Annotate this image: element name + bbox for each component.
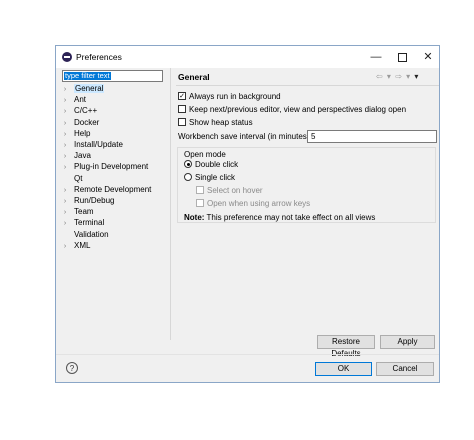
forward-arrow-icon[interactable]: ⇨ ▾ [395, 72, 411, 81]
chevron-right-icon[interactable]: › [62, 186, 68, 196]
title-bar: Preferences — ✕ [56, 46, 439, 68]
tree-item-label: Terminal [74, 218, 105, 228]
radio-icon[interactable] [184, 173, 192, 181]
checkbox-checked-icon[interactable]: ✓ [178, 92, 186, 100]
checkbox-label: Select on hover [207, 185, 263, 195]
radio-label: Double click [195, 159, 239, 169]
maximize-button[interactable] [391, 49, 413, 65]
tree-item-team[interactable]: › Team [62, 207, 94, 217]
tree-item-validation[interactable]: Validation [62, 230, 109, 240]
ok-button[interactable]: OK [315, 362, 372, 376]
note-label: Note: [184, 213, 205, 222]
bottom-divider [56, 354, 439, 355]
header-divider [176, 85, 439, 86]
tree-item-label: XML [74, 240, 91, 250]
open-arrow-keys-checkbox: Open when using arrow keys [196, 198, 310, 208]
checkbox-label: Always run in background [189, 91, 281, 101]
checkbox-icon[interactable] [178, 105, 186, 113]
chevron-right-icon[interactable]: › [62, 96, 68, 106]
tree-item-label: Validation [74, 229, 109, 239]
tree-item-label: Run/Debug [74, 196, 115, 205]
tree-item-general[interactable]: › General [62, 84, 105, 95]
window-title: Preferences [76, 52, 122, 62]
keep-next-previous-checkbox[interactable]: Keep next/previous editor, view and pers… [178, 104, 406, 114]
tree-item-label: Java [74, 151, 91, 161]
page-nav: ⇦ ▾ ⇨ ▾ ▾ [376, 72, 419, 81]
filter-text: type filter text [64, 71, 111, 80]
chevron-right-icon[interactable]: › [62, 163, 68, 173]
maximize-icon [397, 53, 407, 62]
tree-item-label: Plug-in Development [74, 162, 149, 172]
chevron-right-icon[interactable]: › [62, 242, 68, 252]
chevron-right-icon[interactable]: › [62, 152, 68, 162]
preference-tree: › General › Ant › C/C++ › Docker › Help › Inst… [62, 84, 168, 342]
minimize-button[interactable]: — [365, 49, 387, 65]
cancel-button[interactable]: Cancel [376, 362, 434, 376]
select-on-hover-checkbox: Select on hover [196, 185, 263, 195]
workbench-save-interval-input[interactable]: 5 [307, 130, 437, 143]
chevron-right-icon[interactable]: › [62, 130, 68, 140]
note-text: This preference may not take effect on a… [204, 213, 376, 222]
tree-item-label: Docker [74, 117, 100, 127]
tree-item-label: Install/Update [74, 140, 123, 149]
checkbox-label: Open when using arrow keys [207, 198, 311, 208]
workbench-save-label: Workbench save interval (in minutes): [178, 132, 312, 141]
tree-item-label: General [74, 84, 105, 93]
tree-item-run-debug[interactable]: › Run/Debug [62, 196, 115, 207]
tree-item-docker[interactable]: › Docker [62, 117, 100, 129]
tree-item-label: C/C++ [74, 106, 98, 116]
open-mode-note: Note: This preference may not take effec… [184, 213, 375, 222]
radio-label: Single click [195, 172, 236, 182]
tree-item-help[interactable]: › Help [62, 128, 91, 140]
chevron-right-icon[interactable]: › [62, 119, 68, 129]
single-click-radio[interactable]: Single click [184, 172, 235, 182]
tree-item-java[interactable]: › Java [62, 151, 91, 161]
checkbox-disabled-icon [196, 186, 204, 194]
chevron-right-icon[interactable]: › [62, 197, 68, 207]
tree-item-label: Team [74, 207, 94, 217]
tree-item-label: Help [74, 128, 91, 138]
tree-item-xml[interactable]: › XML [62, 240, 91, 252]
chevron-right-icon[interactable]: › [62, 208, 68, 218]
filter-input[interactable]: type filter text [62, 70, 163, 82]
chevron-right-icon[interactable]: › [62, 219, 68, 229]
tree-item-qt[interactable]: Qt [62, 174, 82, 184]
tree-item-terminal[interactable]: › Terminal [62, 218, 104, 228]
double-click-radio[interactable]: Double click [184, 159, 238, 169]
eclipse-app-icon [62, 52, 72, 62]
tree-item-label: Remote Development [74, 184, 152, 194]
help-icon[interactable]: ? [66, 362, 78, 374]
tree-item-remote-development[interactable]: › Remote Development [62, 184, 152, 196]
chevron-right-icon[interactable]: › [62, 141, 68, 151]
radio-selected-icon[interactable] [184, 160, 192, 168]
tree-item-label: Qt [74, 173, 83, 183]
show-heap-status-checkbox[interactable]: Show heap status [178, 117, 253, 127]
tree-item-c-cpp[interactable]: › C/C++ [62, 106, 97, 116]
page-title: General [178, 72, 210, 82]
preferences-window: Preferences — ✕ type filter text › Genera… [55, 45, 440, 383]
close-button[interactable]: ✕ [417, 49, 439, 65]
chevron-right-icon[interactable]: › [62, 107, 68, 117]
tree-item-ant[interactable]: › Ant [62, 95, 86, 105]
apply-button[interactable]: Apply [380, 335, 435, 349]
tree-item-label: Ant [74, 95, 87, 105]
open-mode-title: Open mode [184, 150, 226, 159]
checkbox-disabled-icon [196, 199, 204, 207]
checkbox-icon[interactable] [178, 118, 186, 126]
chevron-right-icon[interactable]: › [62, 85, 68, 95]
restore-defaults-button[interactable]: Restore Defaults [317, 335, 375, 358]
checkbox-label: Keep next/previous editor, view and pers… [189, 104, 407, 114]
tree-item-plugin-development[interactable]: › Plug-in Development [62, 162, 148, 172]
always-run-background-checkbox[interactable]: ✓ Always run in background [178, 91, 281, 101]
back-arrow-icon[interactable]: ⇦ ▾ [376, 72, 392, 81]
pane-divider[interactable] [170, 68, 171, 340]
checkbox-label: Show heap status [189, 117, 253, 127]
tree-item-install-update[interactable]: › Install/Update [62, 140, 123, 150]
view-menu-icon[interactable]: ▾ [414, 72, 419, 81]
